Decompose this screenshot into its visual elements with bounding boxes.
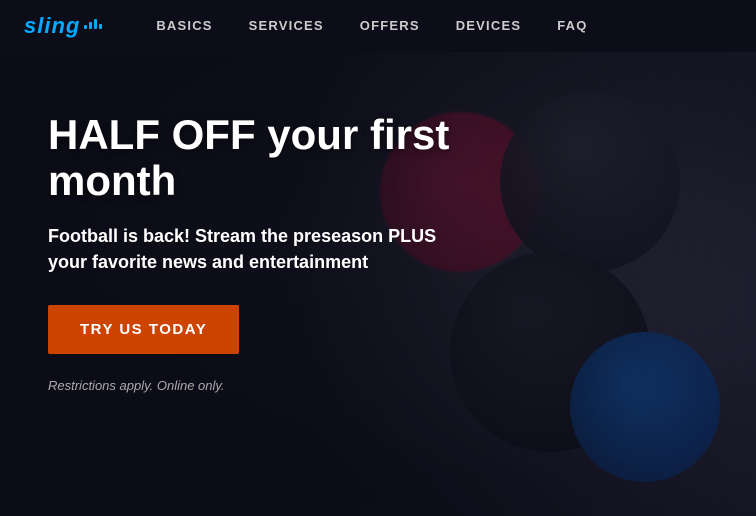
restrictions-text: Restrictions apply. Online only. [48,378,568,393]
navbar: sling BASICS SERVICES OFFERS DEVICES FAQ [0,0,756,52]
nav-item-faq[interactable]: FAQ [539,0,605,52]
logo-text: sling [24,13,80,39]
hero-title: HALF OFF your first month [48,112,568,204]
cta-button[interactable]: TRY US TODAY [48,305,239,354]
nav-link-basics[interactable]: BASICS [138,0,230,52]
nav-link-offers[interactable]: OFFERS [342,0,438,52]
nav-item-devices[interactable]: DEVICES [438,0,539,52]
nav-item-basics[interactable]: BASICS [138,0,230,52]
hero-section: HALF OFF your first month Football is ba… [0,52,756,516]
nav-link-faq[interactable]: FAQ [539,0,605,52]
nav-links: BASICS SERVICES OFFERS DEVICES FAQ [138,0,605,52]
hero-subtitle: Football is back! Stream the preseason P… [48,224,468,274]
hero-content: HALF OFF your first month Football is ba… [48,112,568,393]
logo[interactable]: sling [24,13,102,39]
logo-signal-icon [84,19,102,29]
nav-link-services[interactable]: SERVICES [231,0,342,52]
nav-item-services[interactable]: SERVICES [231,0,342,52]
nav-link-devices[interactable]: DEVICES [438,0,539,52]
nav-item-offers[interactable]: OFFERS [342,0,438,52]
